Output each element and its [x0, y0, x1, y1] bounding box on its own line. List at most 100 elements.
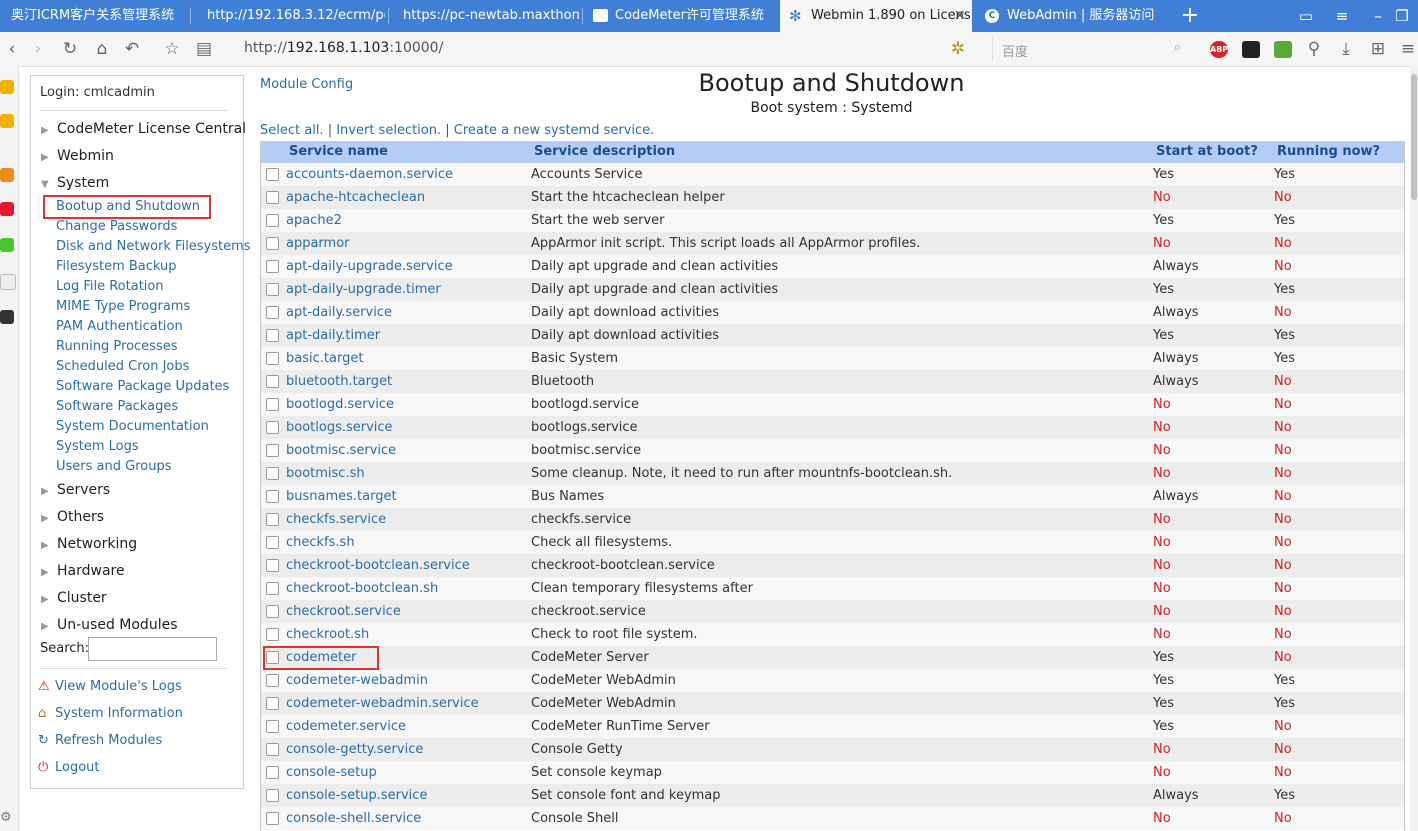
- module-software-packages[interactable]: Software Packages: [56, 399, 178, 414]
- sidebar-toggle-icon[interactable]: ▭: [1288, 0, 1324, 32]
- browser-tab-3[interactable]: https://pc-newtab.maxthon.cor: [390, 0, 580, 32]
- browser-tab-6[interactable]: C WebAdmin | 服务器访问: [974, 0, 1168, 32]
- row-checkbox[interactable]: [266, 191, 279, 204]
- row-checkbox[interactable]: [266, 352, 279, 365]
- page-scrollbar[interactable]: [1410, 66, 1418, 831]
- row-checkbox[interactable]: [266, 260, 279, 273]
- service-name-link[interactable]: bluetooth.target: [286, 374, 392, 389]
- reload-icon[interactable]: ↻: [58, 32, 82, 66]
- row-checkbox[interactable]: [266, 720, 279, 733]
- category-hardware[interactable]: ▶ Hardware: [41, 563, 125, 579]
- module-bootup-and-shutdown[interactable]: Bootup and Shutdown: [43, 195, 212, 219]
- security-icon[interactable]: ✲: [946, 32, 970, 66]
- notes-icon[interactable]: [0, 114, 14, 128]
- service-name-link[interactable]: basic.target: [286, 351, 363, 366]
- service-name-link[interactable]: codemeter-webadmin: [286, 673, 428, 688]
- row-checkbox[interactable]: [266, 766, 279, 779]
- browser-tab-2[interactable]: http://192.168.3.12/ecrm/popu: [193, 0, 385, 32]
- category-system[interactable]: ▼ System: [41, 175, 109, 191]
- row-checkbox[interactable]: [266, 490, 279, 503]
- row-checkbox[interactable]: [266, 513, 279, 526]
- service-name-link[interactable]: checkroot.sh: [286, 627, 369, 642]
- history-icon[interactable]: [0, 274, 16, 290]
- adblock-icon[interactable]: ABP: [1210, 41, 1228, 58]
- module-log-file-rotation[interactable]: Log File Rotation: [56, 279, 164, 294]
- module-disk-and-network-filesystems[interactable]: Disk and Network Filesystems: [56, 239, 251, 254]
- module-running-processes[interactable]: Running Processes: [56, 339, 178, 354]
- service-name-link[interactable]: apt-daily-upgrade.service: [286, 259, 453, 274]
- close-tab-icon[interactable]: ✕: [954, 0, 966, 32]
- category-cluster[interactable]: ▶ Cluster: [41, 590, 107, 606]
- row-checkbox[interactable]: [266, 812, 279, 825]
- rss-icon[interactable]: [0, 168, 14, 182]
- service-name-link[interactable]: bootmisc.service: [286, 443, 396, 458]
- service-name-link[interactable]: console-shell.service: [286, 811, 421, 826]
- service-name-link[interactable]: apt-daily.timer: [286, 328, 380, 343]
- module-filesystem-backup[interactable]: Filesystem Backup: [56, 259, 177, 274]
- reader-icon[interactable]: ▤: [192, 32, 216, 66]
- browser-tab-4[interactable]: CodeMeter许可管理系统: [584, 0, 778, 32]
- view-module-logs-link[interactable]: ⚠ View Module's Logs: [38, 679, 182, 694]
- search-box[interactable]: 百度 ⌕: [992, 37, 1189, 61]
- new-tab-icon[interactable]: +: [1172, 0, 1208, 32]
- service-name-link[interactable]: console-setup.service: [286, 788, 427, 803]
- service-name-link[interactable]: apt-daily-upgrade.timer: [286, 282, 441, 297]
- favorite-star-icon[interactable]: ☆: [160, 32, 184, 66]
- service-name-link[interactable]: bootlogd.service: [286, 397, 394, 412]
- service-name-link[interactable]: apt-daily.service: [286, 305, 392, 320]
- module-system-documentation[interactable]: System Documentation: [56, 419, 209, 434]
- module-change-passwords[interactable]: Change Passwords: [56, 219, 177, 234]
- row-checkbox[interactable]: [266, 306, 279, 319]
- service-name-link[interactable]: bootlogs.service: [286, 420, 393, 435]
- back-icon[interactable]: ‹: [0, 32, 24, 66]
- apps-grid-icon[interactable]: ⊞: [1366, 32, 1390, 66]
- service-name-link[interactable]: accounts-daemon.service: [286, 167, 453, 182]
- category-codemeter-license-central[interactable]: ▶ CodeMeter License Central: [41, 121, 246, 137]
- service-name-link[interactable]: checkroot-bootclean.service: [286, 558, 470, 573]
- favorites-star-icon[interactable]: [0, 80, 14, 94]
- maximize-icon[interactable]: ❐: [1384, 0, 1418, 32]
- row-checkbox[interactable]: [266, 421, 279, 434]
- module-mime-type-programs[interactable]: MIME Type Programs: [56, 299, 190, 314]
- service-name-link[interactable]: codemeter.service: [286, 719, 406, 734]
- settings-gear-icon[interactable]: ⚙: [0, 810, 12, 825]
- refresh-modules-link[interactable]: ↻ Refresh Modules: [38, 733, 162, 748]
- row-checkbox[interactable]: [266, 375, 279, 388]
- row-checkbox[interactable]: [266, 559, 279, 572]
- logout-link[interactable]: ⏻ Logout: [38, 760, 100, 775]
- weibo-icon[interactable]: [0, 202, 14, 216]
- row-checkbox[interactable]: [266, 743, 279, 756]
- module-system-logs[interactable]: System Logs: [56, 439, 139, 454]
- service-name-link[interactable]: codemeter-webadmin.service: [286, 696, 479, 711]
- extension-image-icon[interactable]: [1274, 41, 1292, 58]
- category-unused-modules[interactable]: ▶ Un-used Modules: [41, 617, 178, 633]
- row-checkbox[interactable]: [266, 582, 279, 595]
- select-all-link[interactable]: Select all.: [260, 123, 324, 138]
- chat-icon[interactable]: [0, 238, 14, 252]
- row-checkbox[interactable]: [266, 237, 279, 250]
- menu-icon[interactable]: ≡: [1324, 0, 1360, 32]
- service-name-link[interactable]: checkroot-bootclean.sh: [286, 581, 438, 596]
- extension-icon[interactable]: [0, 310, 14, 324]
- module-pam-authentication[interactable]: PAM Authentication: [56, 319, 183, 334]
- undo-icon[interactable]: ↶: [120, 32, 144, 66]
- create-service-link[interactable]: Create a new systemd service.: [454, 123, 655, 138]
- row-checkbox[interactable]: [266, 789, 279, 802]
- service-name-link[interactable]: console-getty.service: [286, 742, 423, 757]
- row-checkbox[interactable]: [266, 329, 279, 342]
- row-checkbox[interactable]: [266, 467, 279, 480]
- module-search-input[interactable]: [88, 637, 217, 661]
- home-icon[interactable]: ⌂: [90, 32, 114, 66]
- translate-icon[interactable]: ⚲: [1302, 32, 1326, 66]
- row-checkbox[interactable]: [266, 697, 279, 710]
- search-icon[interactable]: ⌕: [1174, 40, 1181, 55]
- invert-selection-link[interactable]: Invert selection.: [336, 123, 441, 138]
- browser-tab-1[interactable]: 奥汀ICRM客户关系管理系统: [0, 0, 188, 32]
- extension-box-icon[interactable]: [1242, 41, 1260, 58]
- module-software-package-updates[interactable]: Software Package Updates: [56, 379, 229, 394]
- address-bar[interactable]: http://192.168.1.103:10000/: [244, 40, 443, 56]
- category-servers[interactable]: ▶ Servers: [41, 482, 110, 498]
- service-name-link[interactable]: console-setup: [286, 765, 377, 780]
- service-name-link[interactable]: checkfs.service: [286, 512, 386, 527]
- category-networking[interactable]: ▶ Networking: [41, 536, 137, 552]
